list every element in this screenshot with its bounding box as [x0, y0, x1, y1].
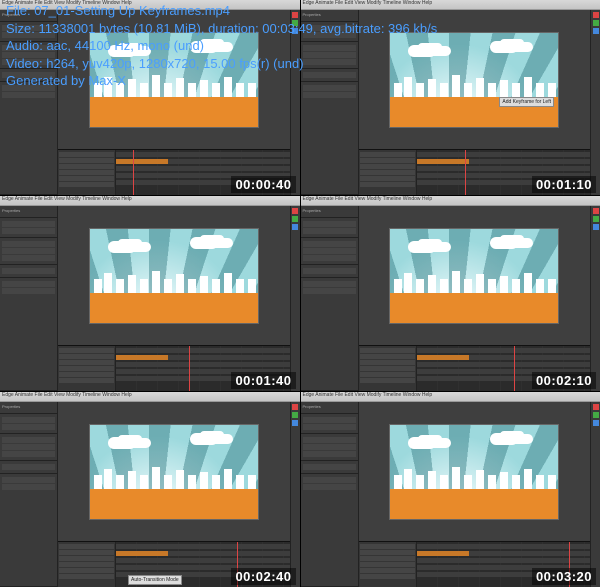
video-thumbnail-6: Edge Animate File Edit View Modify Timel… — [301, 392, 600, 587]
cloud-graphic — [108, 241, 136, 253]
video-thumbnail-5: Edge Animate File Edit View Modify Timel… — [0, 392, 300, 587]
canvas-stage[interactable] — [389, 424, 559, 520]
ground-graphic — [90, 97, 258, 127]
ground-graphic — [90, 293, 258, 323]
cloud-graphic — [408, 437, 436, 449]
properties-panel[interactable]: Properties — [0, 206, 58, 391]
timestamp-overlay: 00:01:10 — [532, 176, 596, 193]
tools-strip[interactable] — [590, 206, 600, 391]
stage-area[interactable] — [359, 402, 591, 541]
properties-panel[interactable]: Properties — [301, 402, 359, 587]
video-line: Video: h264, yuv420p, 1280x720, 15.00 fp… — [6, 55, 594, 73]
canvas-stage[interactable] — [89, 424, 259, 520]
ground-graphic — [390, 489, 558, 519]
video-thumbnail-3: Edge Animate File Edit View Modify Timel… — [0, 196, 300, 391]
file-line: File: 07_01-Setting Up Keyframes.mp4 — [6, 2, 594, 20]
skyline-graphic — [390, 273, 558, 293]
ground-graphic — [90, 489, 258, 519]
audio-line: Audio: aac, 44100 Hz, mono (und) — [6, 37, 594, 55]
cloud-graphic — [190, 433, 218, 445]
timestamp-overlay: 00:02:10 — [532, 372, 596, 389]
playhead[interactable] — [133, 150, 134, 195]
tools-strip[interactable] — [290, 206, 300, 391]
timestamp-overlay: 00:02:40 — [231, 568, 295, 585]
cloud-graphic — [490, 433, 518, 445]
size-line: Size: 11338001 bytes (10.81 MiB), durati… — [6, 20, 594, 38]
tooltip: Auto-Transition Mode — [128, 575, 182, 585]
app-menubar[interactable]: Edge Animate File Edit View Modify Timel… — [301, 196, 600, 206]
cloud-graphic — [190, 237, 218, 249]
skyline-graphic — [390, 469, 558, 489]
stage-area[interactable] — [359, 206, 591, 345]
canvas-stage[interactable] — [389, 228, 559, 324]
app-menubar[interactable]: Edge Animate File Edit View Modify Timel… — [0, 392, 300, 402]
playhead[interactable] — [465, 150, 466, 195]
playhead[interactable] — [189, 346, 190, 391]
skyline-graphic — [90, 469, 258, 489]
stage-area[interactable] — [58, 206, 290, 345]
skyline-graphic — [90, 273, 258, 293]
canvas-stage[interactable] — [89, 228, 259, 324]
ground-graphic — [390, 293, 558, 323]
video-thumbnail-4: Edge Animate File Edit View Modify Timel… — [301, 196, 600, 391]
properties-panel[interactable]: Properties — [0, 402, 58, 587]
generated-line: Generated by Max-X — [6, 72, 594, 90]
timestamp-overlay: 00:00:40 — [231, 176, 295, 193]
tooltip: Add Keyframe for Left — [499, 97, 554, 107]
app-menubar[interactable]: Edge Animate File Edit View Modify Timel… — [301, 392, 600, 402]
timestamp-overlay: 00:01:40 — [231, 372, 295, 389]
playhead[interactable] — [514, 346, 515, 391]
app-menubar[interactable]: Edge Animate File Edit View Modify Timel… — [0, 196, 300, 206]
timestamp-overlay: 00:03:20 — [532, 568, 596, 585]
stage-area[interactable] — [58, 402, 290, 541]
properties-panel[interactable]: Properties — [301, 206, 359, 391]
tools-strip[interactable] — [590, 402, 600, 587]
tools-strip[interactable] — [290, 402, 300, 587]
cloud-graphic — [490, 237, 518, 249]
cloud-graphic — [408, 241, 436, 253]
cloud-graphic — [108, 437, 136, 449]
metadata-header: File: 07_01-Setting Up Keyframes.mp4 Siz… — [0, 0, 600, 92]
